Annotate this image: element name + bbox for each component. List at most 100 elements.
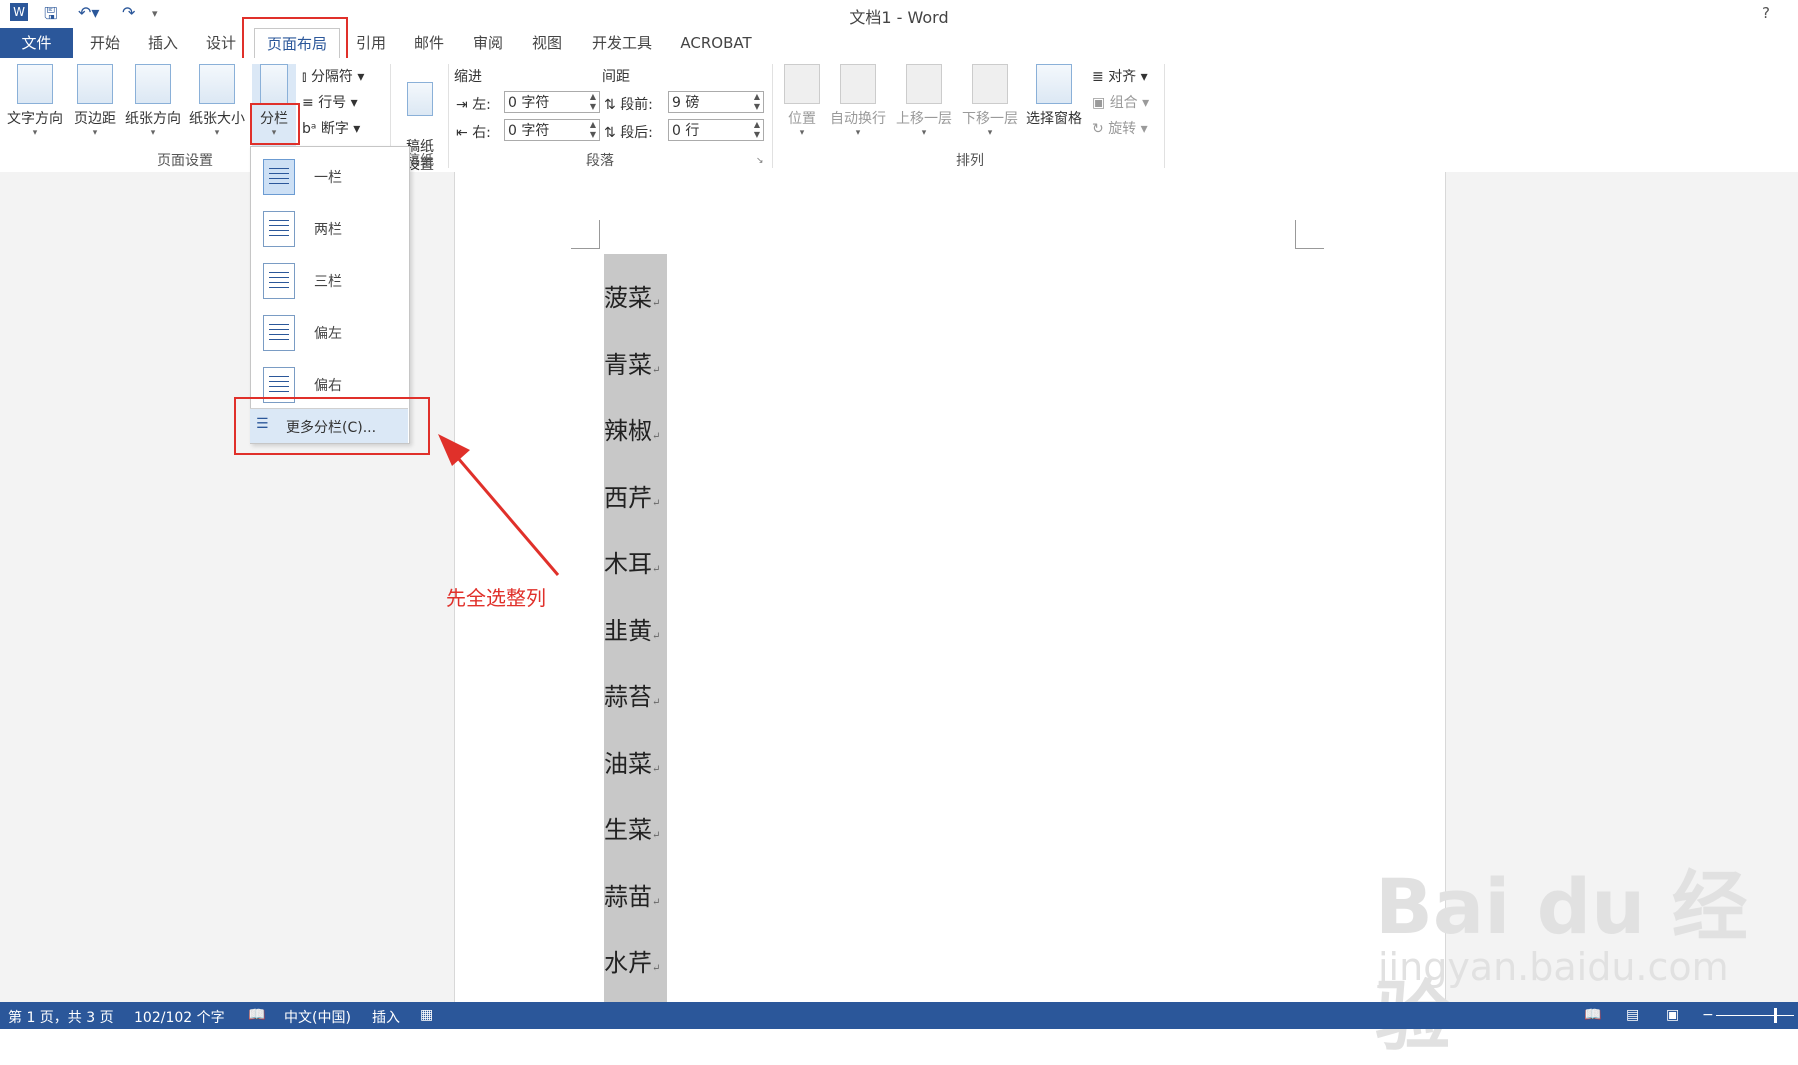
selection-pane-button[interactable]: 选择窗格: [1022, 64, 1086, 128]
document-line-text: 西芹: [604, 483, 652, 512]
document-line[interactable]: 木耳↵: [604, 544, 660, 579]
orientation-button[interactable]: 纸张方向 ▾: [122, 64, 184, 138]
tab-insert[interactable]: 插入: [140, 28, 186, 58]
tab-review[interactable]: 审阅: [465, 28, 511, 58]
spacing-after-icon: ⇅: [604, 125, 621, 141]
margins-icon: [77, 64, 113, 104]
menu-item-left[interactable]: 偏左: [251, 307, 409, 357]
line-numbers-icon: ≡: [302, 95, 319, 111]
tab-developer[interactable]: 开发工具: [586, 28, 658, 58]
line-numbers-label: 行号: [318, 95, 347, 111]
document-line-text: 蒜苔: [604, 683, 652, 711]
line-numbers-button[interactable]: ≡ 行号 ▾: [302, 92, 358, 112]
paragraph-mark-icon: ↵: [652, 630, 661, 642]
wrap-text-icon: [840, 64, 876, 104]
web-layout-icon[interactable]: ▣: [1666, 1007, 1679, 1023]
zoom-slider[interactable]: [1716, 1015, 1794, 1016]
breaks-button[interactable]: ⫾ 分隔符 ▾: [302, 66, 364, 86]
document-page[interactable]: [454, 172, 1446, 1002]
text-direction-button[interactable]: 文字方向 ▾: [4, 64, 66, 138]
status-bar: 第 1 页，共 3 页 102/102 个字 📖 中文(中国) 插入 ▦ 📖 ▤…: [0, 1002, 1798, 1029]
spacing-before-input[interactable]: 9 磅 ▲ ▼: [668, 91, 764, 113]
rotate-button[interactable]: ↻ 旋转 ▾: [1092, 118, 1148, 138]
document-line-text: 辣椒: [604, 417, 652, 445]
document-line-text: 青菜: [604, 350, 652, 379]
document-line[interactable]: 油菜↵: [604, 744, 660, 779]
group-separator: [448, 64, 449, 168]
menu-item-two-columns[interactable]: 两栏: [251, 203, 409, 253]
document-line[interactable]: 蒜苗↵: [604, 877, 660, 912]
group-separator: [1164, 64, 1165, 168]
wrap-text-button[interactable]: 自动换行 ▾: [826, 64, 890, 138]
document-line[interactable]: 水芹↵: [604, 943, 660, 978]
page-count[interactable]: 第 1 页，共 3 页: [8, 1007, 114, 1027]
tab-references[interactable]: 引用: [348, 28, 394, 58]
margins-button[interactable]: 页边距 ▾: [70, 64, 120, 138]
dialog-launcher-icon[interactable]: ↘: [756, 156, 764, 166]
send-backward-button[interactable]: 下移一层 ▾: [958, 64, 1022, 138]
rotate-icon: ↻: [1092, 121, 1109, 137]
align-button[interactable]: ≣ 对齐 ▾: [1092, 66, 1148, 86]
paper-size-icon: [199, 64, 235, 104]
hyphenation-icon: bᵃ: [302, 121, 321, 137]
spin-arrows-icon[interactable]: ▲ ▼: [754, 120, 760, 140]
menu-item-one-column[interactable]: 一栏: [251, 151, 409, 201]
spin-arrows-icon[interactable]: ▲ ▼: [590, 92, 596, 112]
position-button[interactable]: 位置 ▾: [780, 64, 824, 138]
send-backward-icon: [972, 64, 1008, 104]
bring-forward-label: 上移一层: [896, 111, 952, 127]
menu-item-label: 偏左: [314, 326, 342, 342]
paragraph-mark-icon: ↵: [652, 763, 661, 775]
macro-icon[interactable]: ▦: [420, 1007, 433, 1023]
spacing-label: 间距: [602, 69, 630, 85]
document-line[interactable]: 辣椒↵: [604, 411, 660, 446]
paragraph-mark-icon: ↵: [652, 497, 661, 509]
insert-mode[interactable]: 插入: [372, 1007, 400, 1027]
document-line[interactable]: 菠菜↵: [604, 278, 660, 313]
page-corner-mark: [571, 220, 600, 249]
document-line[interactable]: 生菜↵: [604, 810, 660, 845]
indent-right-label: ⇤ 右:: [456, 125, 491, 141]
help-button[interactable]: ?: [1762, 4, 1770, 22]
read-mode-icon[interactable]: 📖: [1584, 1007, 1601, 1023]
group-icon: ▣: [1092, 95, 1110, 111]
three-columns-icon: [263, 263, 295, 299]
language[interactable]: 中文(中国): [284, 1007, 351, 1027]
orientation-icon: [135, 64, 171, 104]
document-line-text: 菠菜: [604, 284, 652, 312]
document-line[interactable]: 韭黄↵: [604, 611, 660, 646]
annotation-arrow: [438, 434, 560, 576]
tab-mailings[interactable]: 邮件: [406, 28, 452, 58]
selection-pane-label: 选择窗格: [1026, 111, 1082, 127]
indent-right-input[interactable]: 0 字符 ▲ ▼: [504, 119, 600, 141]
tab-view[interactable]: 视图: [524, 28, 570, 58]
paragraph-mark-icon: ↵: [652, 963, 661, 974]
document-line[interactable]: 蒜苔↵: [604, 677, 660, 712]
spin-arrows-icon[interactable]: ▲ ▼: [754, 92, 760, 112]
spin-arrows-icon[interactable]: ▲ ▼: [590, 120, 596, 140]
spacing-before-label: ⇅ 段前:: [604, 97, 653, 113]
indent-left-input[interactable]: 0 字符 ▲ ▼: [504, 91, 600, 113]
document-line[interactable]: 青菜↵: [604, 345, 660, 380]
size-button[interactable]: 纸张大小 ▾: [186, 64, 248, 138]
word-count[interactable]: 102/102 个字: [134, 1007, 225, 1027]
menu-item-three-columns[interactable]: 三栏: [251, 255, 409, 305]
breaks-label: 分隔符: [310, 69, 353, 85]
tab-home[interactable]: 开始: [82, 28, 128, 58]
text-direction-icon: [17, 64, 53, 104]
zoom-out-icon[interactable]: −: [1702, 1007, 1714, 1023]
proofing-icon[interactable]: 📖: [248, 1007, 265, 1023]
bring-forward-button[interactable]: 上移一层 ▾: [892, 64, 956, 138]
document-line[interactable]: 西芹↵: [604, 478, 660, 513]
tab-acrobat[interactable]: ACROBAT: [676, 28, 756, 58]
hyphenation-button[interactable]: bᵃ 断字 ▾: [302, 118, 360, 138]
baidu-watermark-url: jingyan.baidu.com: [1378, 945, 1729, 989]
tab-file[interactable]: 文件: [0, 28, 73, 58]
document-line-text: 水芹: [604, 949, 652, 977]
chevron-down-icon: ▾: [150, 128, 156, 138]
group-button[interactable]: ▣ 组合 ▾: [1092, 92, 1149, 112]
print-layout-icon[interactable]: ▤: [1626, 1007, 1639, 1023]
tab-design[interactable]: 设计: [198, 28, 244, 58]
spacing-after-input[interactable]: 0 行 ▲ ▼: [668, 119, 764, 141]
zoom-slider-thumb[interactable]: [1774, 1008, 1777, 1023]
